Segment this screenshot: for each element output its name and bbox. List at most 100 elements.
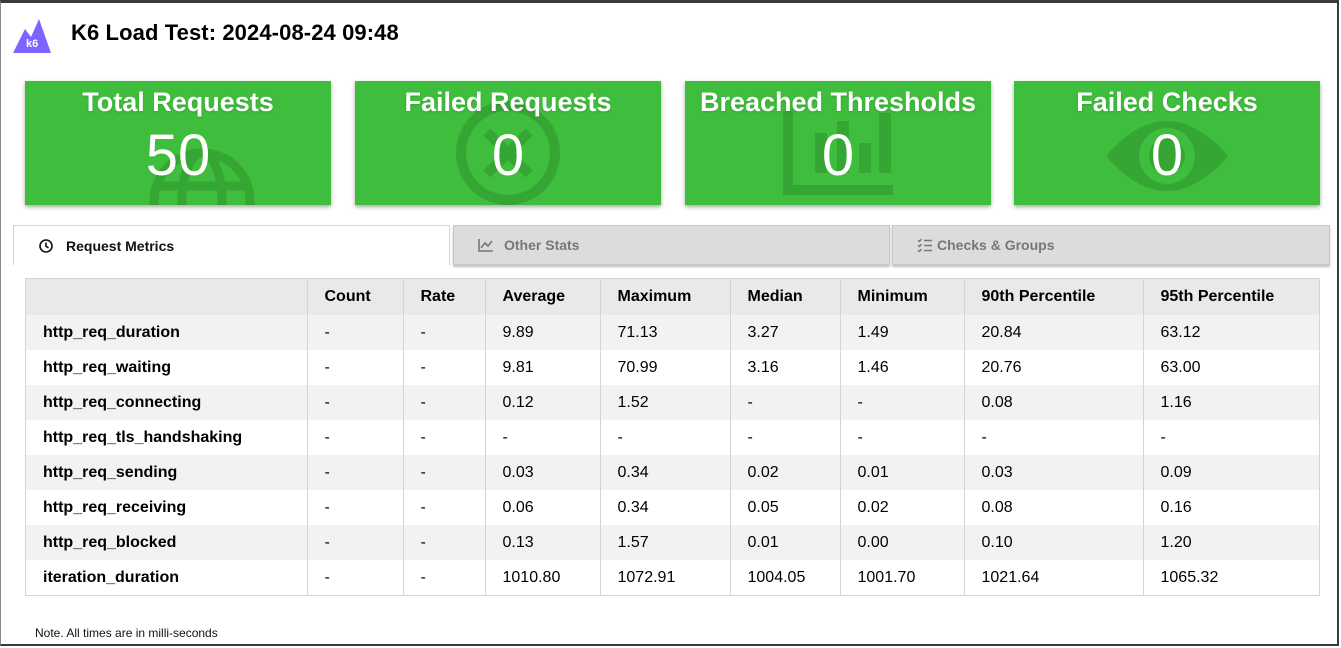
metric-value: 1001.70: [839, 560, 964, 595]
footer-note: Note. All times are in milli-seconds: [35, 626, 218, 640]
metric-value: -: [306, 455, 403, 490]
metric-value: -: [306, 420, 403, 455]
table-row: http_req_connecting - -0.12 1.52- -0.08 1.16: [26, 385, 1319, 420]
metric-value: 0.08: [963, 490, 1143, 525]
metric-value: -: [402, 560, 485, 595]
column-header: Maximum: [599, 279, 730, 315]
metric-name: http_req_tls_handshaking: [26, 420, 307, 455]
card-value: 0: [491, 123, 525, 188]
column-header: 90th Percentile: [963, 279, 1143, 315]
metric-value: 1072.91: [599, 560, 730, 595]
metric-value: -: [306, 560, 403, 595]
tab-label: Request Metrics: [66, 237, 175, 254]
metric-value: 63.12: [1142, 315, 1319, 350]
metric-value: -: [402, 525, 485, 560]
metric-value: -: [963, 420, 1143, 455]
metric-value: -: [402, 315, 485, 350]
table-row: http_req_receiving - -0.06 0.34 0.05 0.02 0.08…: [26, 490, 1319, 525]
column-header: Count: [306, 279, 403, 315]
column-header: Minimum: [839, 279, 964, 315]
card-value: 50: [145, 123, 211, 188]
metric-value: 1.46: [839, 350, 964, 385]
column-header: [26, 279, 307, 315]
metric-value: 3.16: [729, 350, 840, 385]
metric-value: -: [306, 490, 403, 525]
k6-logo: k6: [13, 19, 51, 53]
metric-value: 3.27: [729, 315, 840, 350]
line-chart-icon: [478, 239, 493, 252]
column-header: Rate: [402, 279, 485, 315]
tab-request-metrics[interactable]: Request Metrics: [13, 225, 450, 265]
table-row: http_req_waiting - -9.81 70.99 3.16 1.46 20.76…: [26, 350, 1319, 385]
metric-value: 1010.80: [484, 560, 600, 595]
metric-value: 0.05: [729, 490, 840, 525]
metric-value: 1.52: [599, 385, 730, 420]
failed-requests-card: Failed Requests 0: [355, 81, 661, 205]
metric-value: -: [729, 385, 840, 420]
metric-value: 9.89: [484, 315, 600, 350]
metric-value: -: [402, 490, 485, 525]
column-header: Median: [729, 279, 840, 315]
metric-name: http_req_receiving: [26, 490, 307, 525]
metric-value: 0.16: [1142, 490, 1319, 525]
metric-value: 1.16: [1142, 385, 1319, 420]
metric-value: 1004.05: [729, 560, 840, 595]
metric-value: 0.10: [963, 525, 1143, 560]
table-row: http_req_sending - -0.03 0.34 0.02 0.01 0.03 0.…: [26, 455, 1319, 490]
metric-value: 9.81: [484, 350, 600, 385]
metric-value: -: [839, 385, 964, 420]
metric-name: iteration_duration: [26, 560, 307, 595]
metric-value: 63.00: [1142, 350, 1319, 385]
table-row: http_req_duration - -9.89 71.13 3.27 1.49 20.8…: [26, 315, 1319, 350]
metric-value: -: [729, 420, 840, 455]
metric-name: http_req_duration: [26, 315, 307, 350]
metric-value: 0.13: [484, 525, 600, 560]
metric-value: 0.08: [963, 385, 1143, 420]
metric-value: -: [1142, 420, 1319, 455]
metric-value: -: [402, 350, 485, 385]
metric-value: 20.76: [963, 350, 1143, 385]
column-header: 95th Percentile: [1142, 279, 1319, 315]
metric-value: 20.84: [963, 315, 1143, 350]
metric-name: http_req_connecting: [26, 385, 307, 420]
checklist-icon: [917, 238, 932, 253]
metric-value: 0.12: [484, 385, 600, 420]
metric-value: -: [484, 420, 600, 455]
metric-name: http_req_waiting: [26, 350, 307, 385]
metric-name: http_req_sending: [26, 455, 307, 490]
tab-other-stats[interactable]: Other Stats: [453, 225, 890, 265]
table-header-row: Count Rate Average Maximum Median Minimum 90th…: [26, 279, 1319, 315]
metric-value: 1.49: [839, 315, 964, 350]
metric-value: -: [839, 420, 964, 455]
metric-value: -: [306, 350, 403, 385]
metric-value: -: [402, 455, 485, 490]
metric-value: -: [599, 420, 730, 455]
metric-value: 0.34: [599, 490, 730, 525]
metric-value: -: [402, 385, 485, 420]
metric-value: 1021.64: [963, 560, 1143, 595]
failed-checks-card: Failed Checks 0: [1014, 81, 1320, 205]
metric-value: 0.03: [484, 455, 600, 490]
metric-value: 0.00: [839, 525, 964, 560]
metric-value: 1.20: [1142, 525, 1319, 560]
metric-value: 71.13: [599, 315, 730, 350]
metric-value: -: [306, 315, 403, 350]
metric-value: 70.99: [599, 350, 730, 385]
metric-value: 0.09: [1142, 455, 1319, 490]
metric-value: 0.01: [729, 525, 840, 560]
column-header: Average: [484, 279, 600, 315]
metric-name: http_req_blocked: [26, 525, 307, 560]
metric-value: -: [306, 525, 403, 560]
metric-value: 0.06: [484, 490, 600, 525]
metric-value: 0.34: [599, 455, 730, 490]
tab-checks-groups[interactable]: Checks & Groups: [892, 225, 1330, 265]
breached-thresholds-card: Breached Thresholds 0: [685, 81, 991, 205]
tab-label: Other Stats: [504, 237, 580, 253]
tab-label: Checks & Groups: [937, 237, 1055, 253]
metric-value: 0.03: [963, 455, 1143, 490]
table-row: http_req_tls_handshaking - - - - - - - -: [26, 420, 1319, 455]
page-title: K6 Load Test: 2024-08-24 09:48: [71, 20, 399, 45]
metric-value: 1.57: [599, 525, 730, 560]
card-label: Breached Thresholds: [699, 87, 977, 117]
table-row: iteration_duration - -1010.80 1072.91 1004.0…: [26, 560, 1319, 595]
